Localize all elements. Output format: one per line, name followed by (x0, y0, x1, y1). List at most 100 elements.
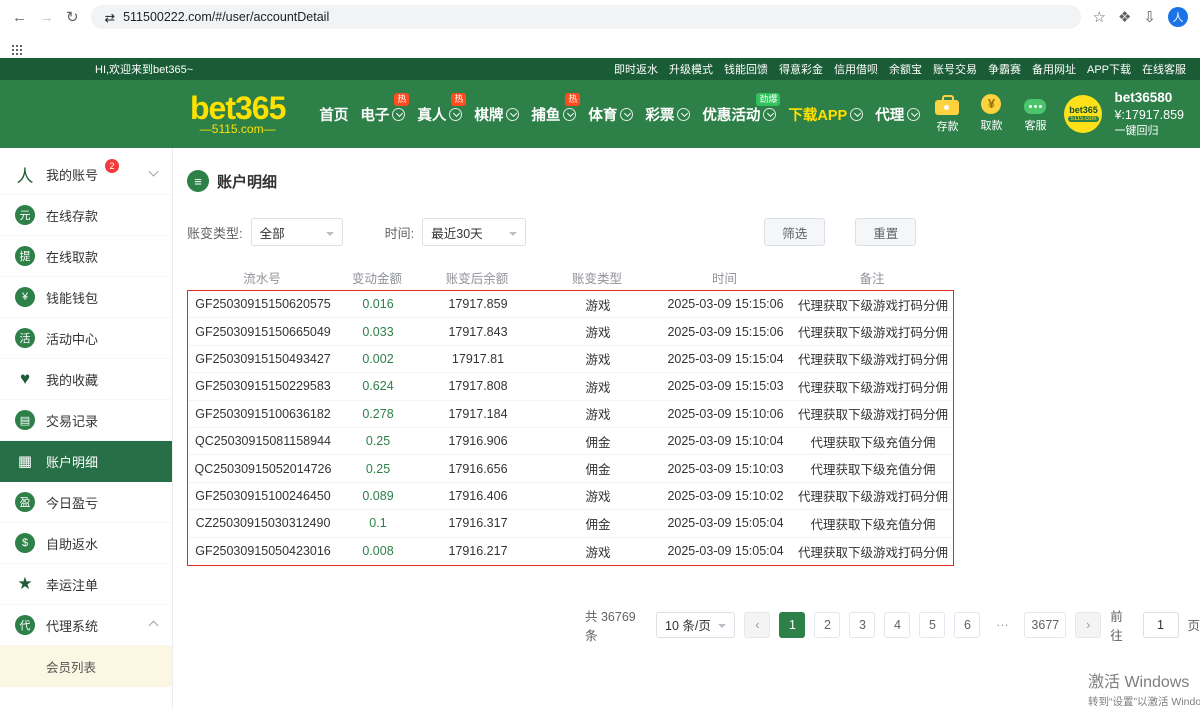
page-number-button[interactable]: 3677 (1024, 612, 1066, 638)
nav-item[interactable]: 代理 (875, 104, 920, 125)
topbar-link[interactable]: 争霸赛 (988, 61, 1021, 77)
cell-change-amount: 0.089 (338, 489, 418, 503)
sidebar-item[interactable]: 活 活动中心 (0, 318, 172, 359)
nav-item[interactable]: 彩票 (645, 104, 690, 125)
page-number-button[interactable]: 3 (849, 612, 875, 638)
downloads-icon[interactable]: ⇩ (1143, 8, 1156, 26)
cell-balance-after: 17916.317 (418, 516, 538, 530)
watermark-title: 激活 Windows (1088, 668, 1200, 692)
nav-item[interactable]: 下载APP (788, 104, 863, 125)
sidebar-item[interactable]: 元 在线存款 (0, 195, 172, 236)
table-row: GF25030915100636182 0.278 17917.184 游戏 2… (188, 401, 953, 428)
sidebar-item-icon: $ (15, 533, 35, 553)
next-page-button[interactable]: › (1075, 612, 1101, 638)
windows-activation-watermark: 激活 Windows 转到“设置”以激活 Windows。 (1088, 668, 1200, 709)
quick-action[interactable]: 取款 (974, 94, 1008, 134)
table-row: GF25030915150620575 0.016 17917.859 游戏 2… (188, 291, 953, 318)
table-row: GF25030915150493427 0.002 17917.81 游戏 20… (188, 346, 953, 373)
cell-flow-number: QC25030915081158944 (188, 434, 338, 448)
refresh-icon[interactable]: ↻ (66, 8, 79, 26)
sidebar-item[interactable]: ▦ 账户明细 (0, 441, 172, 482)
dropdown-circle-icon (563, 108, 576, 121)
sidebar-item[interactable]: 提 在线取款 (0, 236, 172, 277)
nav-item[interactable]: 体育 (588, 104, 633, 125)
forward-icon[interactable]: → (39, 9, 54, 26)
filter-button[interactable]: 筛选 (764, 218, 825, 246)
list-icon: ≡ (187, 170, 209, 192)
prev-page-button[interactable]: ‹ (744, 612, 770, 638)
sidebar-item[interactable]: 代 代理系统 (0, 605, 172, 646)
sidebar-item[interactable]: ♥ 我的收藏 (0, 359, 172, 400)
type-filter-select[interactable]: 全部 (251, 218, 343, 246)
nav-item[interactable]: 首页 (319, 104, 348, 125)
page-number-button[interactable]: 2 (814, 612, 840, 638)
nav-item[interactable]: 棋牌 (474, 104, 519, 125)
cell-change-type: 佣金 (538, 514, 658, 533)
nav-item[interactable]: 捕鱼 热 (531, 104, 576, 125)
topbar-link[interactable]: 在线客服 (1142, 61, 1186, 77)
topbar-link[interactable]: 升级模式 (669, 61, 713, 77)
sidebar-item[interactable]: ▤ 交易记录 (0, 400, 172, 441)
header-right: 存款 取款 客服 bet365 5115.com bet36580 ¥:1791… (930, 89, 1190, 139)
cell-time: 2025-03-09 15:05:04 (658, 544, 793, 558)
sidebar-item[interactable]: 盈 今日盈亏 (0, 482, 172, 523)
time-filter-value: 最近30天 (431, 223, 482, 242)
reset-button[interactable]: 重置 (855, 218, 916, 246)
apps-grid-icon[interactable] (12, 45, 14, 47)
topbar-link[interactable]: APP下载 (1087, 61, 1131, 77)
nav-item[interactable]: 真人 热 (417, 104, 462, 125)
cell-time: 2025-03-09 15:15:04 (658, 352, 793, 366)
hot-badge: 热 (565, 93, 580, 106)
sidebar-item[interactable]: ¥ 钱能钱包 (0, 277, 172, 318)
sidebar-item[interactable]: 会员列表 (0, 646, 172, 687)
one-key-recycle-button[interactable]: 一键回归 (1114, 124, 1184, 139)
page-number-button[interactable]: 1 (779, 612, 805, 638)
nav-item[interactable]: 优惠活动 劲爆 (702, 104, 776, 125)
quick-action[interactable]: 存款 (930, 94, 964, 134)
topbar-link[interactable]: 钱能回馈 (724, 61, 768, 77)
topbar-link[interactable]: 信用借呗 (834, 61, 878, 77)
chevron-down-icon (718, 624, 726, 632)
quick-action[interactable]: 客服 (1018, 94, 1052, 134)
topbar-link[interactable]: 余额宝 (889, 61, 922, 77)
sidebar-item[interactable]: $ 自助返水 (0, 523, 172, 564)
page-number-button[interactable]: 4 (884, 612, 910, 638)
sidebar-item-label: 代理系统 (46, 616, 98, 635)
cell-time: 2025-03-09 15:10:06 (658, 407, 793, 421)
sidebar-item-icon: 代 (15, 615, 35, 635)
topbar-link[interactable]: 备用网址 (1032, 61, 1076, 77)
bookmark-star-icon[interactable]: ☆ (1093, 8, 1106, 26)
nav-item[interactable]: 电子 热 (360, 104, 405, 125)
page-size-select[interactable]: 10 条/页 (656, 612, 735, 638)
quick-actions: 存款 取款 客服 (930, 94, 1052, 134)
address-bar[interactable]: ⇄ 511500222.com/#/user/accountDetail (91, 5, 1081, 29)
table-row: QC25030915081158944 0.25 17916.906 佣金 20… (188, 428, 953, 455)
table-row: GF25030915150665049 0.033 17917.843 游戏 2… (188, 318, 953, 345)
pagination: 共 36769 条 10 条/页 ‹ 1 2 3 4 5 6 (187, 606, 1200, 644)
sidebar: 人 我的账号 2 元 在线存款 提 在线取款 (0, 148, 173, 709)
extensions-icon[interactable]: ❖ (1118, 8, 1131, 26)
hot-badge: 劲爆 (756, 93, 780, 106)
nav-item-label: 棋牌 (474, 104, 503, 125)
topbar-link[interactable]: 即时返水 (614, 61, 658, 77)
column-header: 时间 (657, 268, 792, 287)
cell-flow-number: GF25030915050423016 (188, 544, 338, 558)
page-number-button[interactable]: 5 (919, 612, 945, 638)
dropdown-circle-icon (449, 108, 462, 121)
url-text: 511500222.com/#/user/accountDetail (123, 10, 329, 24)
quick-action-label: 取款 (980, 117, 1002, 133)
site-info-icon[interactable]: ⇄ (105, 10, 115, 25)
topbar-link[interactable]: 账号交易 (933, 61, 977, 77)
back-icon[interactable]: ← (12, 9, 27, 26)
page-number-button[interactable]: 6 (954, 612, 980, 638)
profile-avatar[interactable]: 人 (1168, 7, 1188, 27)
goto-page-input[interactable] (1143, 612, 1179, 638)
topbar-link[interactable]: 得意彩金 (779, 61, 823, 77)
site-logo[interactable]: bet365 —5115.com— (190, 92, 285, 136)
sidebar-item[interactable]: 人 我的账号 2 (0, 154, 172, 195)
sidebar-item[interactable]: ★ 幸运注单 (0, 564, 172, 605)
page-number-button[interactable]: ··· (989, 612, 1015, 638)
time-filter-select[interactable]: 最近30天 (422, 218, 526, 246)
table-body: GF25030915150620575 0.016 17917.859 游戏 2… (187, 290, 954, 566)
type-filter-value: 全部 (260, 223, 285, 242)
